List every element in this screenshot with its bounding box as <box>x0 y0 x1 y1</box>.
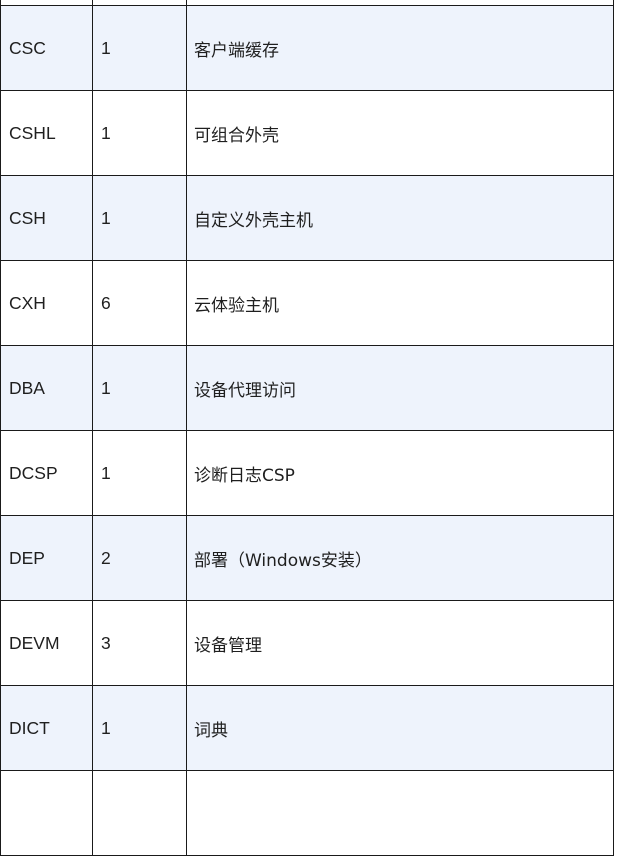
code-cell: CSHL <box>0 90 93 176</box>
code-cell: DCSP <box>0 430 93 516</box>
table-row: CSHL 1 可组合外壳 <box>0 90 614 176</box>
count-cell: 2 <box>92 515 187 601</box>
description-cell: 自定义外壳主机 <box>186 175 614 261</box>
count-cell: 1 <box>92 430 187 516</box>
table-row: CSH 1 自定义外壳主机 <box>0 175 614 261</box>
table-row: DEP 2 部署（Windows安装） <box>0 515 614 601</box>
count-cell: 1 <box>92 90 187 176</box>
table-row <box>0 770 614 856</box>
description-cell: 客户端缓存 <box>186 5 614 91</box>
table-row: DCSP 1 诊断日志CSP <box>0 430 614 516</box>
description-cell: 诊断日志CSP <box>186 430 614 516</box>
code-cell: CXH <box>0 260 93 346</box>
count-cell: 3 <box>92 600 187 686</box>
table-row: DBA 1 设备代理访问 <box>0 345 614 431</box>
count-cell: 1 <box>92 345 187 431</box>
description-cell <box>186 770 614 856</box>
code-cell: DICT <box>0 685 93 771</box>
count-cell: 1 <box>92 5 187 91</box>
count-cell <box>92 770 187 856</box>
description-cell: 词典 <box>186 685 614 771</box>
table-row: DEVM 3 设备管理 <box>0 600 614 686</box>
module-table: CSC 1 客户端缓存 CSHL 1 可组合外壳 CSH 1 自定义外壳主机 C… <box>0 0 614 856</box>
table-row: DICT 1 词典 <box>0 685 614 771</box>
count-cell: 1 <box>92 685 187 771</box>
description-cell: 部署（Windows安装） <box>186 515 614 601</box>
code-cell <box>0 770 93 856</box>
count-cell: 1 <box>92 175 187 261</box>
description-cell: 云体验主机 <box>186 260 614 346</box>
description-cell: 可组合外壳 <box>186 90 614 176</box>
table-row: CXH 6 云体验主机 <box>0 260 614 346</box>
code-cell: DEP <box>0 515 93 601</box>
table-row: CSC 1 客户端缓存 <box>0 5 614 91</box>
description-cell: 设备管理 <box>186 600 614 686</box>
count-cell: 6 <box>92 260 187 346</box>
module-table-container: CSC 1 客户端缓存 CSHL 1 可组合外壳 CSH 1 自定义外壳主机 C… <box>0 0 618 856</box>
code-cell: CSC <box>0 5 93 91</box>
code-cell: DBA <box>0 345 93 431</box>
code-cell: DEVM <box>0 600 93 686</box>
code-cell: CSH <box>0 175 93 261</box>
description-cell: 设备代理访问 <box>186 345 614 431</box>
